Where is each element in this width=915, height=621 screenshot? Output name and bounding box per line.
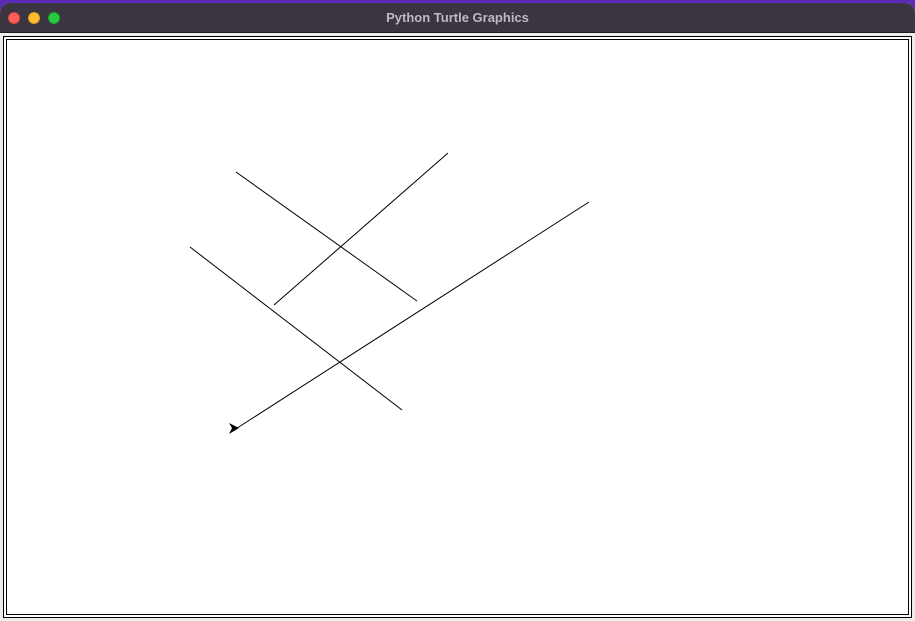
drawn-line-1 (235, 171, 418, 302)
turtle-canvas-frame (3, 36, 912, 618)
title-bar[interactable]: Python Turtle Graphics (0, 3, 915, 33)
drawn-line-2 (273, 152, 449, 306)
turtle-window: Python Turtle Graphics (0, 3, 915, 621)
turtle-canvas[interactable] (6, 39, 909, 615)
drawn-line-3 (189, 246, 403, 411)
turtle-arrow-icon (229, 423, 239, 434)
drawn-line-4 (230, 201, 590, 433)
window-title: Python Turtle Graphics (386, 10, 529, 25)
drawing-surface (189, 152, 590, 434)
